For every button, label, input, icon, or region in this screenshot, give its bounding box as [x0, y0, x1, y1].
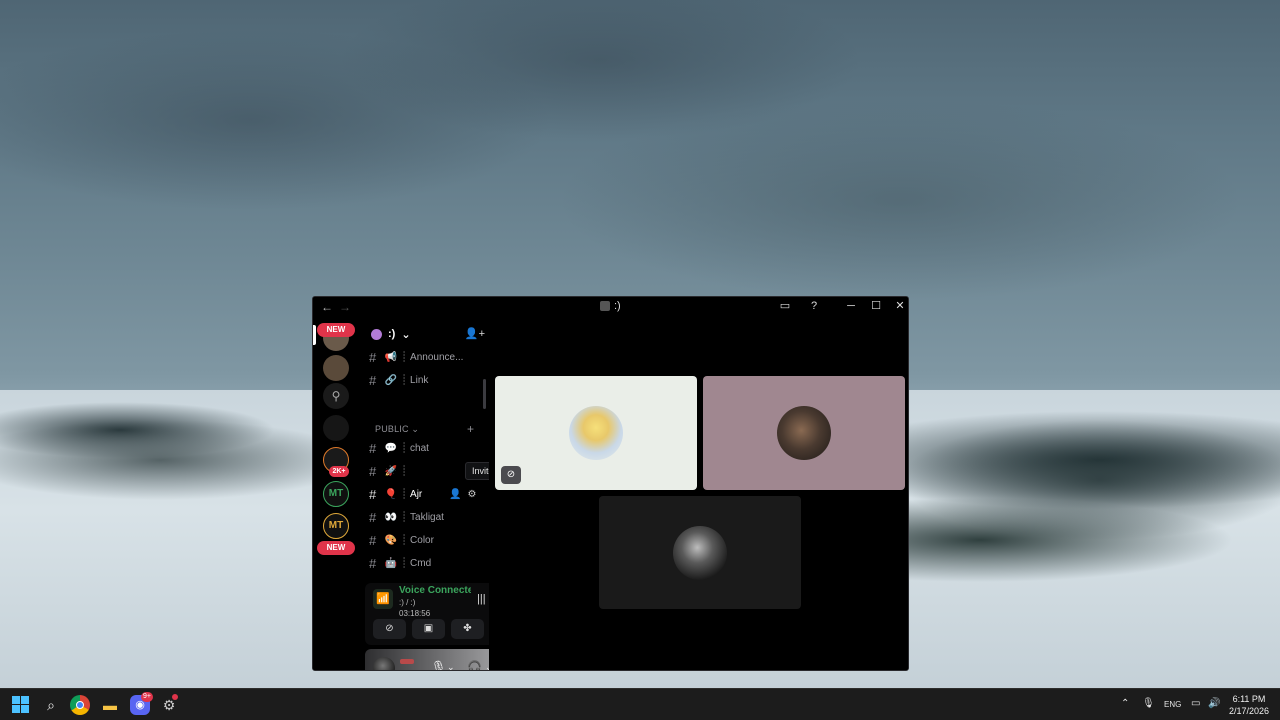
channel-chat[interactable]: # 💬 ┊ chat: [369, 438, 487, 458]
signal-icon[interactable]: 📶: [373, 589, 393, 609]
channel-takligat[interactable]: # 👀 ┊ Takligat: [369, 507, 487, 527]
start-button[interactable]: [11, 695, 31, 715]
channel-sidebar: :) ⌄ 👤+ # 📢 ┊ Announce... # 🔗 ┊ Link PUBLIC ⌄ …: [361, 317, 547, 670]
tray-microphone-icon[interactable]: 🎙: [1142, 698, 1155, 709]
window-title-text: :): [614, 300, 621, 312]
minimize-button[interactable]: ─: [844, 299, 858, 313]
muted-icon: ⊘: [501, 466, 521, 484]
tray-chevron-up-icon[interactable]: ⌃: [1121, 698, 1129, 709]
megaphone-icon: 📢: [384, 351, 398, 363]
user-status-icon: ●: [400, 667, 405, 670]
channel-actions: 👤 ⚙: [449, 489, 476, 500]
channel-name: Announce...: [410, 351, 464, 363]
selected-pill: [313, 325, 316, 345]
voice-status[interactable]: Voice Connecte: [399, 585, 471, 596]
channel-name: chat: [410, 442, 429, 454]
rocket-icon: 🚀: [384, 465, 398, 477]
clock-time: 6:11 PM: [1232, 694, 1266, 704]
file-explorer-icon[interactable]: ▬: [100, 695, 120, 715]
clock-date: 2/17/2026: [1228, 706, 1270, 716]
window-title: :): [600, 300, 621, 312]
channel-name: Link: [410, 374, 429, 386]
palette-icon: 🎨: [384, 534, 398, 546]
balloon-icon: 🎈: [384, 488, 398, 500]
server-icon-2[interactable]: [323, 355, 349, 381]
inbox-icon[interactable]: ▭: [778, 299, 792, 313]
windows-logo-icon: [12, 696, 29, 713]
link-icon: 🔗: [384, 374, 398, 386]
channel-settings-gear-icon[interactable]: ⚙: [467, 489, 476, 500]
add-channel-icon[interactable]: +: [467, 422, 474, 436]
wallpaper-forest-right: [900, 400, 1280, 560]
title-bar: ← → :) ▭ ? ─ ☐ ✕: [313, 297, 908, 317]
chevron-down-icon: ⌄: [401, 328, 411, 341]
system-clock[interactable]: 6:11 PM 2/17/2026: [1224, 693, 1274, 717]
channel-scrollbar[interactable]: [483, 379, 486, 409]
volume-icon[interactable]: 🔊: [1208, 698, 1220, 709]
channel-name: Ajr: [410, 488, 423, 500]
participant-tile-1[interactable]: ⊘: [495, 376, 697, 490]
close-button[interactable]: ✕: [893, 299, 907, 313]
participant-tile-2[interactable]: [703, 376, 905, 490]
channel-name: Takligat: [410, 511, 444, 523]
channel-color[interactable]: # 🎨 ┊ Color: [369, 530, 487, 550]
avatar: [569, 406, 623, 460]
channel-name: Color: [410, 534, 434, 546]
camera-off-button[interactable]: ⊘: [373, 619, 406, 639]
headphones-icon[interactable]: 🎧: [467, 660, 482, 670]
voice-elapsed-time: 03:18:56: [399, 609, 431, 618]
discord-window: ← → :) ▭ ? ─ ☐ ✕ NEW ⚲ 2K+ MT MT NEW :) …: [312, 296, 909, 671]
server-rail: NEW ⚲ 2K+ MT MT NEW: [313, 317, 361, 670]
forward-arrow-icon[interactable]: →: [339, 300, 351, 314]
server-mt-gold[interactable]: MT: [323, 513, 349, 539]
robot-icon: 🤖: [384, 557, 398, 569]
screen-share-button[interactable]: ▣: [412, 619, 445, 639]
channel-announcements[interactable]: # 📢 ┊ Announce...: [369, 347, 487, 367]
server-icon-small: [371, 328, 382, 340]
mic-chevron-icon[interactable]: ⌄: [447, 662, 455, 670]
chrome-icon[interactable]: [70, 695, 90, 715]
help-icon[interactable]: ?: [807, 299, 821, 313]
discord-badge: 9+: [141, 692, 153, 702]
server-icon-3[interactable]: ⚲: [323, 383, 349, 409]
avatar[interactable]: [373, 657, 395, 670]
voice-channel-path: :) / :): [399, 598, 416, 607]
server-icon-4[interactable]: [323, 415, 349, 441]
username-redacted: [400, 659, 414, 664]
avatar: [673, 525, 727, 580]
back-arrow-icon[interactable]: ←: [321, 300, 333, 314]
channel-cmd[interactable]: # 🤖 ┊ Cmd: [369, 553, 487, 573]
server-mt-green[interactable]: MT: [323, 481, 349, 507]
noise-suppression-icon[interactable]: |||: [477, 593, 486, 605]
category-public[interactable]: PUBLIC ⌄: [375, 424, 419, 435]
taskbar: ⌕ ▬ ◉ 9+ ⚙ ⌃ 🎙 ENG ▭ 🔊 6:11 PM 2/17/2026: [0, 688, 1280, 720]
mention-count-badge: 2K+: [329, 466, 349, 477]
avatar: [777, 406, 831, 460]
new-badge: NEW: [317, 323, 355, 337]
participant-tile-3[interactable]: [599, 496, 801, 609]
channel-name: Cmd: [410, 557, 432, 569]
server-thumbnail-icon: [600, 301, 610, 311]
speech-bubble-icon: 💬: [384, 442, 398, 454]
eyes-icon: 👀: [384, 511, 398, 523]
microphone-icon[interactable]: 🎙: [431, 660, 446, 670]
search-icon[interactable]: ⌕: [41, 695, 61, 715]
add-member-icon[interactable]: 👤+: [465, 327, 485, 340]
wallpaper-forest-left: [0, 410, 320, 500]
network-icon[interactable]: ▭: [1191, 698, 1200, 709]
activities-button[interactable]: ✤: [451, 619, 484, 639]
maximize-button[interactable]: ☐: [869, 299, 883, 313]
server-name: :): [388, 328, 396, 340]
voice-stage: ⊘: [489, 317, 908, 670]
invite-to-channel-icon[interactable]: 👤: [449, 489, 461, 500]
channel-link[interactable]: # 🔗 ┊ Link: [369, 370, 487, 390]
new-badge-2: NEW: [317, 541, 355, 555]
language-indicator[interactable]: ENG: [1164, 700, 1181, 709]
notification-dot: [172, 694, 178, 700]
